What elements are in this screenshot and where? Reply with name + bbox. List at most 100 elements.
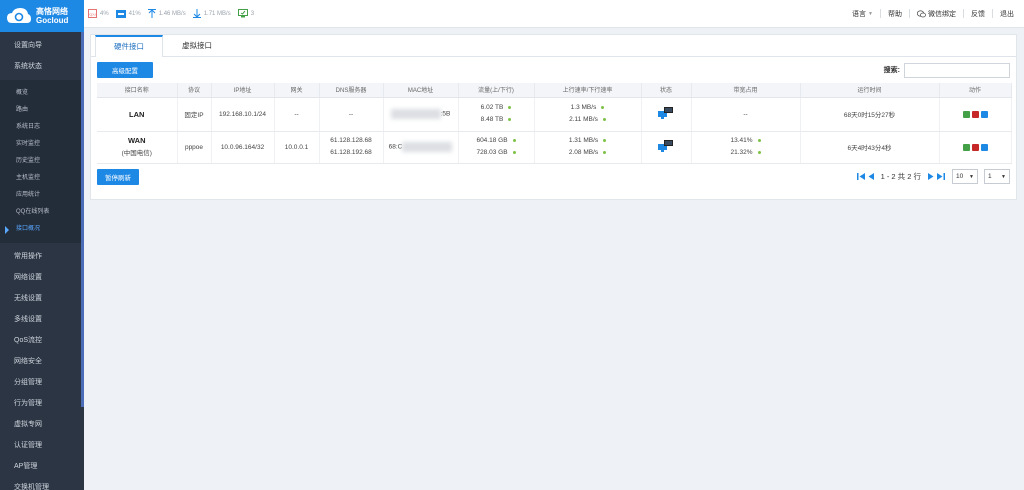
sidebar-item-network-settings[interactable]: 网络设置 xyxy=(0,267,84,288)
bandwidth-cell: 13.41% 21.32% xyxy=(691,131,801,164)
col-header-dns[interactable]: DNS服务器 xyxy=(319,83,384,98)
chevron-down-icon: ▼ xyxy=(1001,173,1006,180)
sidebar-item-auth-management[interactable]: 认证管理 xyxy=(0,435,84,456)
tab-hardware-interface[interactable]: 硬件接口 xyxy=(95,35,163,57)
col-header-mac[interactable]: MAC地址 xyxy=(383,83,459,98)
sidebar-item-common-ops[interactable]: 常用操作 xyxy=(0,246,84,267)
svg-text:cpu: cpu xyxy=(89,11,95,16)
mac-cell: :5B xyxy=(383,97,459,132)
brand-logo[interactable]: 高恪网络 Gocloud xyxy=(0,0,84,32)
page-number-select[interactable]: 1 ▼ xyxy=(984,169,1010,184)
online-devices-stat: 3 xyxy=(237,9,254,18)
sidebar-item-setup-wizard[interactable]: 设置向导 xyxy=(0,35,84,56)
col-header-bandwidth[interactable]: 带宽占用 xyxy=(691,83,801,98)
col-header-ip[interactable]: IP地址 xyxy=(211,83,275,98)
sidebar-subitem-host-monitor[interactable]: 主机监控 xyxy=(0,170,84,187)
page-info: 1 - 2 共 2 行 xyxy=(880,172,921,181)
chevron-down-icon: ▼ xyxy=(969,173,974,180)
col-header-rate[interactable]: 上行速率/下行速率 xyxy=(534,83,642,98)
mac-cell: 68:C xyxy=(383,131,459,164)
actions-cell xyxy=(939,97,1012,132)
up-indicator-icon xyxy=(601,105,605,109)
interface-name: WAN xyxy=(128,135,146,145)
edit-icon[interactable] xyxy=(980,110,988,118)
col-header-gateway[interactable]: 网关 xyxy=(274,83,320,98)
sidebar-item-vpn[interactable]: 虚拟专网 xyxy=(0,414,84,435)
language-menu[interactable]: 语言 ▼ xyxy=(852,9,873,19)
wechat-bind-link[interactable]: 微信绑定 xyxy=(917,9,956,19)
status-cell xyxy=(641,97,692,132)
sidebar-subitem-interface-overview[interactable]: 接口概况 xyxy=(0,221,84,238)
gateway-cell: 10.0.0.1 xyxy=(274,131,320,164)
brand-name-en: Gocloud xyxy=(36,16,69,25)
pagination: 1 - 2 共 2 行 10 ▼ 1 ▼ xyxy=(856,169,1010,184)
sidebar-subitem-system-log[interactable]: 系统日志 xyxy=(0,119,84,136)
download-arrow-icon xyxy=(192,9,201,18)
col-header-name[interactable]: 接口名称 xyxy=(97,83,178,98)
status-cell xyxy=(641,131,692,164)
help-link[interactable]: 帮助 xyxy=(888,9,902,19)
gateway-cell: -- xyxy=(274,97,320,132)
last-page-icon[interactable] xyxy=(937,172,945,181)
topbar: cpu 4% 41% 1.46 MB/s 1.71 MB/s 3 语言 ▼ 帮助 … xyxy=(84,0,1024,28)
page-size-select[interactable]: 10 ▼ xyxy=(952,169,978,184)
port-config-icon[interactable] xyxy=(971,110,979,118)
dns-cell: 61.128.128.68 61.128.192.68 xyxy=(319,131,384,164)
cpu-stat: cpu 4% xyxy=(88,9,109,18)
search-input[interactable] xyxy=(904,62,1010,78)
protocol-cell: 固定IP xyxy=(177,97,212,132)
feedback-link[interactable]: 反馈 xyxy=(971,9,985,19)
up-indicator-icon xyxy=(757,138,761,142)
sidebar-item-switch-management[interactable]: 交换机管理 xyxy=(0,477,84,490)
port-config-icon[interactable] xyxy=(971,143,979,151)
online-devices-icon xyxy=(237,9,248,18)
sidebar-subitem-history-monitor[interactable]: 历史监控 xyxy=(0,153,84,170)
next-page-icon[interactable] xyxy=(927,172,935,181)
sidebar-item-multiline-settings[interactable]: 多线设置 xyxy=(0,309,84,330)
pause-refresh-button[interactable]: 暂停刷新 xyxy=(97,168,139,185)
cpu-icon: cpu xyxy=(88,9,97,18)
interface-panel: 硬件接口 虚拟接口 高级配置 搜索: 接口名称 协议 IP地址 网关 DNS服务… xyxy=(90,34,1017,200)
first-page-icon[interactable] xyxy=(856,172,865,181)
prev-page-icon[interactable] xyxy=(867,172,875,181)
sidebar-scrollbar[interactable] xyxy=(81,32,84,407)
uptime-cell: 68天0时15分27秒 xyxy=(800,97,940,132)
sidebar-subitem-qq-online[interactable]: QQ在线列表 xyxy=(0,204,84,221)
sidebar-subitem-overview[interactable]: 概览 xyxy=(0,85,84,102)
upload-rate-stat: 1.46 MB/s xyxy=(147,9,186,18)
memory-stat: 41% xyxy=(115,9,141,18)
table-row-wan: WAN (中国电信) pppoe 10.0.96.164/32 10.0.0.1 … xyxy=(97,131,1012,164)
logout-link[interactable]: 退出 xyxy=(1000,9,1014,19)
col-header-uptime[interactable]: 运行时间 xyxy=(800,83,940,98)
sidebar-item-qos[interactable]: QoS流控 xyxy=(0,330,84,351)
sidebar-subitem-routing[interactable]: 路由 xyxy=(0,102,84,119)
col-header-traffic[interactable]: 流量(上/下行) xyxy=(458,83,535,98)
rate-cell: 1.3 MB/s 2.11 MB/s xyxy=(534,97,642,132)
traffic-cell: 604.18 GB 728.03 GB xyxy=(458,131,535,164)
search-label: 搜索: xyxy=(883,67,900,74)
tab-virtual-interface[interactable]: 虚拟接口 xyxy=(163,35,231,57)
wechat-icon xyxy=(917,9,926,17)
col-header-protocol[interactable]: 协议 xyxy=(177,83,212,98)
restart-icon[interactable] xyxy=(962,110,970,118)
sidebar-item-behavior-management[interactable]: 行为管理 xyxy=(0,393,84,414)
tab-bar: 硬件接口 虚拟接口 xyxy=(91,35,1016,57)
col-header-status[interactable]: 状态 xyxy=(641,83,692,98)
up-indicator-icon xyxy=(603,138,607,142)
edit-icon[interactable] xyxy=(980,143,988,151)
sidebar-item-network-security[interactable]: 网络安全 xyxy=(0,351,84,372)
uptime-cell: 6天4时43分4秒 xyxy=(800,131,940,164)
sidebar-item-ap-management[interactable]: AP管理 xyxy=(0,456,84,477)
sidebar-subitem-realtime-monitor[interactable]: 实时监控 xyxy=(0,136,84,153)
sidebar-subitem-app-stats[interactable]: 应用统计 xyxy=(0,187,84,204)
restart-icon[interactable] xyxy=(962,143,970,151)
sidebar-item-system-status[interactable]: 系统状态 xyxy=(0,56,84,77)
ip-cell: 192.168.10.1/24 xyxy=(211,97,275,132)
down-indicator-icon xyxy=(603,150,607,154)
rate-cell: 1.31 MB/s 2.08 MB/s xyxy=(534,131,642,164)
mac-redacted xyxy=(390,109,441,119)
memory-icon xyxy=(115,9,126,18)
sidebar-item-group-management[interactable]: 分组管理 xyxy=(0,372,84,393)
sidebar-item-wireless-settings[interactable]: 无线设置 xyxy=(0,288,84,309)
advanced-config-button[interactable]: 高级配置 xyxy=(97,62,153,78)
